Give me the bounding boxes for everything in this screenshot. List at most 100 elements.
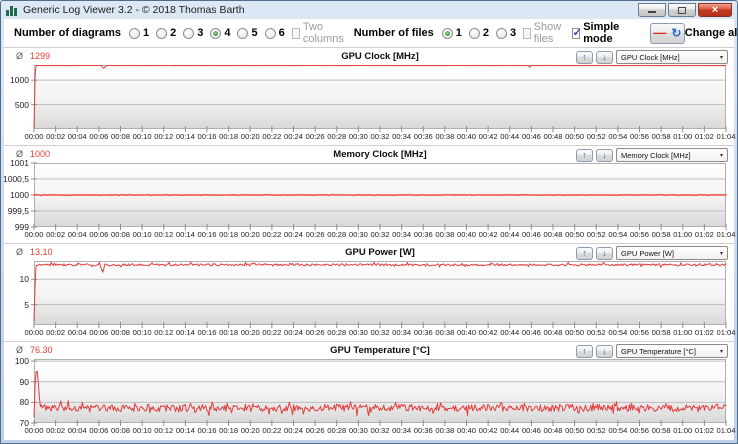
titlebar[interactable]: Generic Log Viewer 3.2 - © 2018 Thomas B…: [1, 1, 737, 19]
refresh-icon: ↻: [671, 26, 682, 40]
diagrams-option-3[interactable]: 3: [183, 27, 203, 39]
x-tick-label: 00:44: [500, 426, 520, 435]
x-tick-label: 00:26: [305, 426, 325, 435]
plot-area: [31, 261, 727, 328]
x-tick-label: 00:32: [370, 426, 390, 435]
close-button[interactable]: ×: [698, 3, 732, 17]
y-tick-label: 1000,5: [3, 174, 29, 184]
move-down-button[interactable]: ↓: [596, 344, 613, 358]
up-arrow-icon: ↑: [582, 149, 587, 160]
diagrams-option-5[interactable]: 5: [237, 27, 258, 39]
show-files-checkbox[interactable]: Show files: [523, 21, 565, 45]
refresh-button[interactable]: — ↻: [650, 22, 685, 44]
average-symbol: Ø: [16, 247, 24, 257]
x-tick-label: 00:00: [24, 328, 44, 337]
signal-select[interactable]: GPU Temperature [°C] ▾: [616, 344, 728, 358]
x-tick-label: 00:12: [154, 426, 174, 435]
diagrams-option-1[interactable]: 1: [128, 27, 149, 39]
maximize-button[interactable]: [668, 3, 696, 17]
y-tick-label: 90: [19, 376, 29, 387]
y-tick-label: 1000: [10, 75, 29, 86]
minimize-button[interactable]: [638, 3, 666, 17]
chart-panels: Ø 1299 GPU Clock [MHz] ↑ ↓ GPU Clock [MH…: [3, 47, 736, 439]
signal-select[interactable]: GPU Clock [MHz] ▾: [616, 50, 728, 64]
signal-select[interactable]: GPU Power [W] ▾: [616, 246, 728, 260]
x-tick-label: 00:46: [521, 230, 541, 239]
chart-controls: ↑ ↓ Memory Clock [MHz] ▾: [576, 148, 728, 162]
x-tick-label: 00:40: [456, 132, 477, 141]
x-tick-label: 00:28: [327, 328, 347, 337]
diagrams-option-6[interactable]: 6: [264, 27, 285, 39]
up-arrow-icon: ↑: [582, 247, 587, 258]
y-tick-label: 999,5: [7, 206, 29, 216]
move-up-button[interactable]: ↑: [576, 344, 593, 358]
dropdown-arrow-icon: ▾: [719, 250, 723, 257]
y-tick-label: 5: [24, 299, 29, 310]
x-tick-label: 00:36: [413, 426, 433, 435]
y-tick-label: 80: [19, 397, 29, 408]
x-tick-label: 00:32: [370, 132, 390, 141]
x-tick-label: 00:18: [219, 132, 239, 141]
x-tick-label: 00:52: [586, 132, 606, 141]
signal-select-value: GPU Temperature [°C]: [621, 346, 696, 356]
dropdown-arrow-icon: ▾: [719, 152, 723, 159]
signal-select[interactable]: Memory Clock [MHz] ▾: [616, 148, 728, 162]
x-tick-label: 00:32: [370, 230, 390, 239]
down-arrow-icon: ↓: [602, 247, 607, 258]
signal-select-value: Memory Clock [MHz]: [621, 150, 691, 160]
move-down-button[interactable]: ↓: [596, 148, 613, 162]
checkbox-icon: [571, 26, 581, 39]
x-tick-label: 00:08: [110, 230, 131, 239]
x-tick-label: 00:08: [110, 132, 131, 141]
main-area: Number of diagrams 1 2 3 4 5 6 Two colum…: [3, 19, 737, 440]
x-tick-label: 00:38: [435, 426, 455, 435]
x-tick-label: 00:58: [651, 132, 671, 141]
y-tick-label: 500: [14, 99, 29, 110]
x-tick-label: 00:30: [348, 426, 368, 435]
y-tick-label: 1000: [10, 190, 29, 200]
move-up-button[interactable]: ↑: [576, 50, 593, 64]
move-down-button[interactable]: ↓: [596, 50, 613, 64]
move-up-button[interactable]: ↑: [576, 148, 593, 162]
radio-icon: [210, 27, 222, 39]
x-tick-label: 00:20: [240, 132, 260, 141]
files-option-2[interactable]: 2: [468, 27, 489, 39]
radio-icon: [496, 27, 508, 39]
move-up-button[interactable]: ↑: [576, 246, 593, 260]
two-columns-checkbox[interactable]: Two columns: [291, 21, 347, 45]
y-axis-labels: 10 5: [4, 261, 31, 325]
diagrams-option-2[interactable]: 2: [156, 27, 176, 39]
x-tick-label: 00:18: [219, 426, 239, 435]
x-tick-label: 00:44: [500, 132, 520, 141]
chart-header: Ø 1000 Memory Clock [MHz] ↑ ↓ Memory Clo…: [4, 148, 734, 162]
x-tick-label: 01:00: [673, 426, 693, 435]
y-tick-label: 1001: [10, 158, 29, 168]
x-tick-label: 00:42: [478, 328, 498, 337]
x-tick-label: 00:46: [521, 426, 541, 435]
radio-icon: [441, 27, 453, 39]
x-tick-label: 00:26: [305, 132, 325, 141]
move-down-button[interactable]: ↓: [596, 246, 613, 260]
files-option-3[interactable]: 3: [496, 27, 516, 39]
x-tick-label: 00:22: [262, 230, 282, 239]
window-title: Generic Log Viewer 3.2 - © 2018 Thomas B…: [23, 4, 245, 16]
plot-area: [31, 162, 727, 230]
simple-mode-checkbox[interactable]: Simple mode: [571, 21, 633, 45]
x-tick-label: 00:24: [283, 328, 304, 337]
diagrams-option-4[interactable]: 4: [210, 27, 230, 39]
x-tick-label: 00:30: [348, 328, 368, 337]
chart-controls: ↑ ↓ GPU Temperature [°C] ▾: [576, 344, 728, 358]
plot-area: [31, 65, 727, 132]
files-option-1[interactable]: 1: [441, 27, 462, 39]
x-tick-label: 00:50: [565, 328, 585, 337]
x-tick-label: 00:56: [629, 230, 650, 239]
checkbox-icon: [291, 27, 300, 39]
x-tick-label: 00:14: [175, 132, 195, 141]
average-value: 1299: [30, 51, 51, 61]
x-tick-label: 01:00: [673, 328, 693, 337]
x-tick-label: 00:36: [413, 230, 433, 239]
x-axis-labels: 00:00 00:02 00:04 00:06 00:08 00:10 00:12 00:14…: [24, 132, 735, 142]
x-tick-label: 00:00: [24, 230, 44, 239]
dropdown-arrow-icon: ▾: [719, 54, 723, 61]
chart-panel-gpu-clock: Ø 1299 GPU Clock [MHz] ↑ ↓ GPU Clock [MH…: [4, 47, 736, 145]
